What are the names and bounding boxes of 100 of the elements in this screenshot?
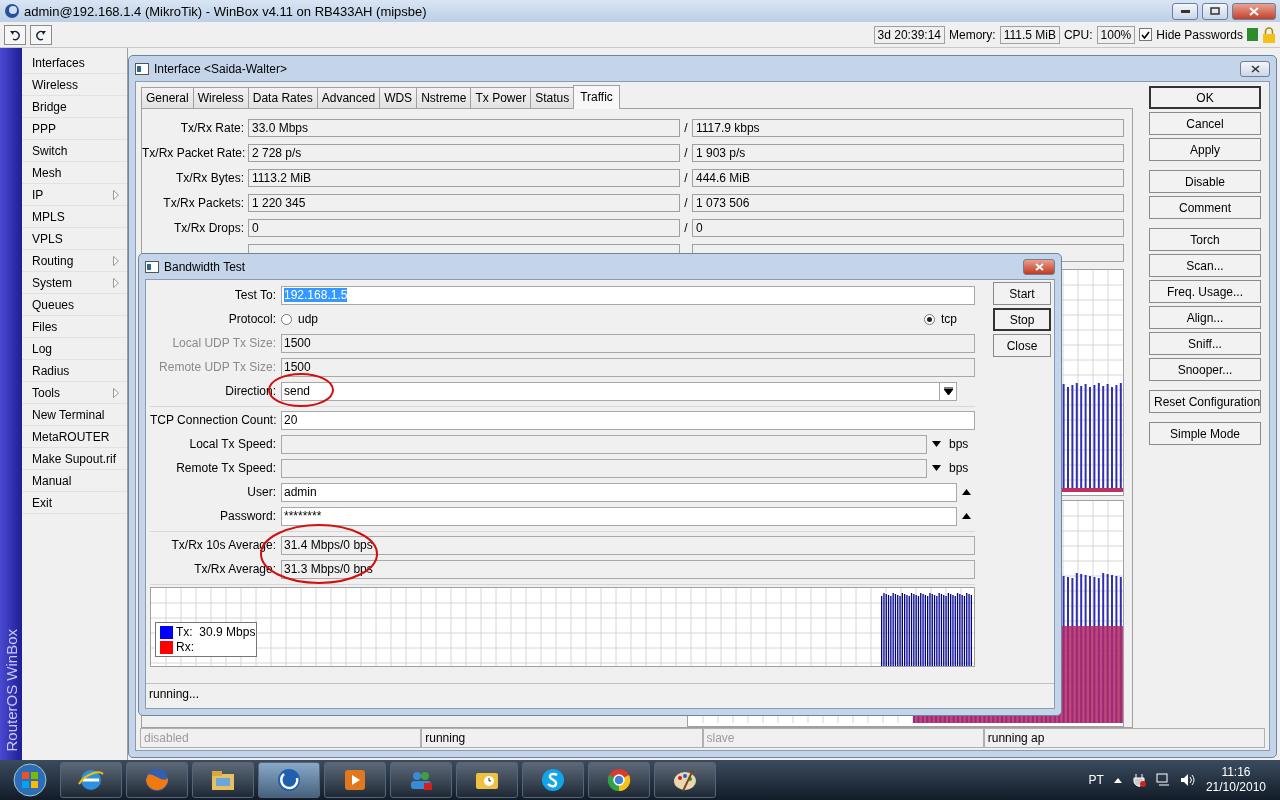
taskbar-app-button[interactable]: [324, 762, 386, 798]
field-label: Tx/Rx Packet Rate:: [142, 145, 247, 160]
menu-item[interactable]: Interfaces: [22, 52, 127, 74]
close-button[interactable]: [1232, 2, 1276, 20]
network-icon[interactable]: [1155, 773, 1170, 787]
menu-item[interactable]: MetaROUTER: [22, 426, 127, 448]
action-button[interactable]: Reset Configuration: [1149, 390, 1261, 413]
memory-value: 111.5 MiB: [999, 25, 1060, 44]
rx-value-field: 1117.9 kbps: [692, 118, 1124, 137]
input-field[interactable]: ********: [281, 506, 957, 526]
tx-value-field: 0: [248, 218, 680, 237]
chat-s-icon: [539, 766, 567, 794]
separator-slash: /: [683, 220, 689, 235]
legend-label: Tx: 30.9 Mbps: [176, 625, 256, 639]
menu-item[interactable]: Radius: [22, 360, 127, 382]
tab[interactable]: Advanced: [316, 87, 381, 108]
menu-item[interactable]: VPLS: [22, 228, 127, 250]
direction-dropdown[interactable]: send: [281, 381, 957, 401]
tab[interactable]: General: [141, 87, 194, 108]
speaker-icon[interactable]: [1179, 773, 1196, 787]
taskbar-app-button[interactable]: [258, 762, 320, 798]
menu-item[interactable]: Switch: [22, 140, 127, 162]
action-button[interactable]: Scan...: [1149, 254, 1261, 277]
status-cell: running: [421, 728, 703, 748]
taskbar-app-button[interactable]: [654, 762, 716, 798]
taskbar-app-button[interactable]: [456, 762, 518, 798]
menu-item[interactable]: Wireless: [22, 74, 127, 96]
action-button[interactable]: Align...: [1149, 306, 1261, 329]
radio-button[interactable]: [281, 313, 292, 325]
tab[interactable]: WDS: [379, 87, 418, 108]
field-label: Tx/Rx Rate:: [179, 120, 245, 135]
action-button[interactable]: Start: [993, 282, 1051, 305]
action-button[interactable]: Disable: [1149, 170, 1261, 193]
collapse-arrow-icon[interactable]: [961, 489, 971, 495]
input-field[interactable]: [281, 434, 927, 454]
menu-item[interactable]: Mesh: [22, 162, 127, 184]
radio-label: udp: [298, 312, 319, 326]
close-button[interactable]: [1240, 60, 1270, 77]
dropdown-arrow-icon[interactable]: [931, 465, 941, 471]
menu-item[interactable]: Log: [22, 338, 127, 360]
taskbar-app-button[interactable]: [192, 762, 254, 798]
window-title: Interface <Saida-Walter>: [154, 61, 287, 76]
action-button[interactable]: Sniff...: [1149, 332, 1261, 355]
dropdown-arrow-icon[interactable]: [931, 441, 941, 447]
power-plug-icon[interactable]: [1131, 773, 1146, 787]
tab[interactable]: Nstreme: [416, 87, 472, 108]
maximize-button[interactable]: [1202, 2, 1228, 20]
clock[interactable]: 11:16 21/10/2010: [1205, 765, 1266, 795]
collapse-arrow-icon[interactable]: [961, 513, 971, 519]
tab[interactable]: Data Rates: [247, 87, 318, 108]
action-button[interactable]: Stop: [993, 308, 1051, 331]
hide-passwords-checkbox[interactable]: [1139, 28, 1153, 41]
input-field[interactable]: [281, 458, 927, 478]
field-label: Local UDP Tx Size:: [171, 336, 277, 350]
menu-item[interactable]: Files: [22, 316, 127, 338]
action-button[interactable]: Torch: [1149, 228, 1261, 251]
input-field[interactable]: 20: [281, 410, 975, 430]
menu-item[interactable]: New Terminal: [22, 404, 127, 426]
field-label: Local Tx Speed:: [188, 437, 277, 451]
action-button[interactable]: OK: [1149, 86, 1261, 109]
close-button[interactable]: [1023, 258, 1055, 275]
redo-button[interactable]: [30, 24, 52, 45]
menu-item[interactable]: Bridge: [22, 96, 127, 118]
tray-up-arrow-icon[interactable]: [1113, 777, 1122, 783]
menu-item[interactable]: System: [22, 272, 127, 294]
taskbar-app-button[interactable]: [588, 762, 650, 798]
menu-item[interactable]: MPLS: [22, 206, 127, 228]
tab[interactable]: Status: [530, 87, 575, 108]
undo-button[interactable]: [4, 24, 26, 45]
action-button[interactable]: Comment: [1149, 196, 1261, 219]
taskbar-app-button[interactable]: [60, 762, 122, 798]
menu-item[interactable]: Make Supout.rif: [22, 448, 127, 470]
unit-label: bps: [948, 461, 970, 475]
taskbar-app-button[interactable]: [522, 762, 584, 798]
menu-item[interactable]: Exit: [22, 492, 127, 514]
tx-value-field: 2 728 p/s: [248, 143, 680, 162]
action-button[interactable]: Freq. Usage...: [1149, 280, 1261, 303]
field-label: Tx/Rx Packets:: [162, 195, 245, 210]
radio-button[interactable]: [924, 313, 935, 325]
menu-item[interactable]: PPP: [22, 118, 127, 140]
action-button[interactable]: Close: [993, 334, 1051, 357]
lock-icon: [1262, 26, 1276, 43]
dropdown-arrow-icon: [943, 387, 953, 395]
menu-item[interactable]: Routing: [22, 250, 127, 272]
minimize-button[interactable]: [1172, 2, 1198, 20]
action-button[interactable]: Simple Mode: [1149, 422, 1261, 445]
input-field[interactable]: admin: [281, 482, 957, 502]
action-button[interactable]: Apply: [1149, 138, 1261, 161]
action-button[interactable]: Snooper...: [1149, 358, 1261, 381]
tab[interactable]: Wireless: [192, 87, 249, 108]
separator-slash: /: [683, 145, 689, 160]
tab[interactable]: Tx Power: [470, 87, 532, 108]
menu-item[interactable]: Manual: [22, 470, 127, 492]
action-button[interactable]: Cancel: [1149, 112, 1261, 135]
language-indicator[interactable]: PT: [1088, 773, 1104, 787]
menu-item[interactable]: Tools: [22, 382, 127, 404]
menu-item[interactable]: IP: [22, 184, 127, 206]
tab[interactable]: Traffic: [573, 85, 620, 109]
window-title: admin@192.168.1.4 (MikroTik) - WinBox v4.11 on RB433AH (mipsbe): [24, 3, 427, 19]
menu-item[interactable]: Queues: [22, 294, 127, 316]
